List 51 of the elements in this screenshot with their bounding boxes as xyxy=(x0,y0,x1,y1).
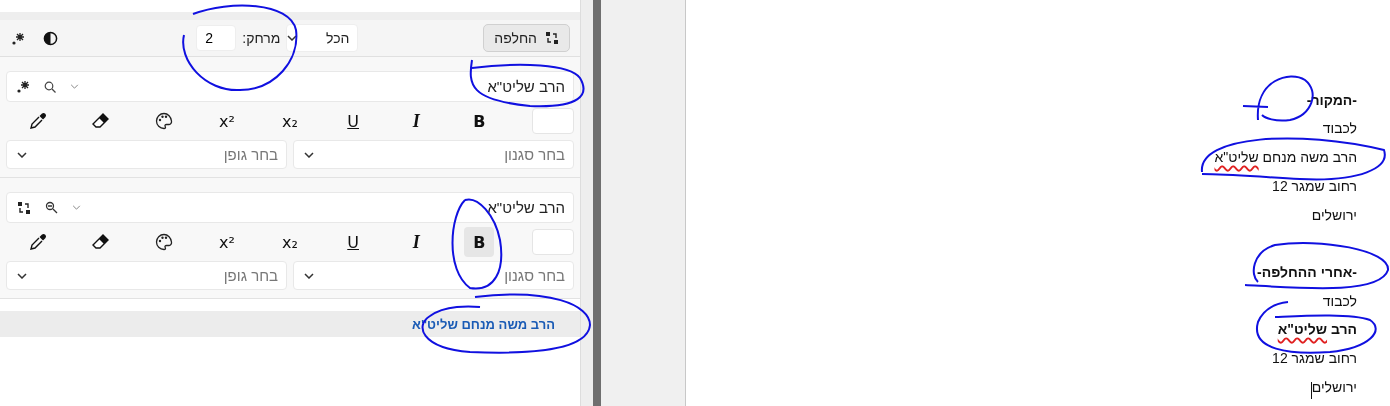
document-line: לכבוד xyxy=(1322,294,1357,311)
sparkle-icon[interactable] xyxy=(12,31,25,45)
distance-label: מרחק: xyxy=(242,30,281,46)
search-field[interactable]: הרב שליט"א xyxy=(6,71,574,102)
search-replace-icon[interactable] xyxy=(45,201,58,214)
superscript-button[interactable]: x² xyxy=(211,106,242,136)
italic-button[interactable]: I xyxy=(401,227,432,257)
palette-icon[interactable] xyxy=(154,112,173,130)
document-line: רחוב שמגר 12 xyxy=(1272,352,1357,368)
color-swatch[interactable] xyxy=(532,108,574,134)
sparkle-icon[interactable] xyxy=(17,80,30,93)
palette-icon[interactable] xyxy=(154,233,173,251)
bold-button[interactable]: B xyxy=(464,106,495,136)
scope-select[interactable]: הכל xyxy=(286,24,359,52)
caret-icon xyxy=(304,272,314,279)
document-line: רחוב שמגר 12 xyxy=(1272,180,1357,196)
document-line: הרב משה מנחם שליט"א xyxy=(1214,151,1357,168)
document-line: ירושלים xyxy=(1311,208,1357,225)
eraser-icon[interactable] xyxy=(91,112,110,130)
caret-icon xyxy=(287,35,298,41)
subscript-button[interactable]: x₂ xyxy=(275,227,305,257)
superscript-button[interactable]: x² xyxy=(211,227,242,257)
contrast-icon[interactable] xyxy=(43,30,58,46)
font-select[interactable]: בחר גופן xyxy=(6,140,287,169)
eraser-icon[interactable] xyxy=(91,233,110,251)
caret-icon xyxy=(17,272,27,279)
document-line: ירושלים xyxy=(1311,380,1357,397)
caret-icon xyxy=(17,151,27,158)
document-line: הרב שליט"א xyxy=(1277,323,1357,340)
italic-button[interactable]: I xyxy=(401,106,432,136)
caret-icon xyxy=(70,84,79,89)
underline-button[interactable]: U xyxy=(338,227,369,257)
replace-icon xyxy=(17,200,31,215)
underline-button[interactable]: U xyxy=(338,106,369,136)
bold-button[interactable]: B xyxy=(464,227,495,257)
eyedropper-icon[interactable] xyxy=(28,112,47,130)
caret-icon xyxy=(72,205,81,210)
font-select[interactable]: בחר גופן xyxy=(6,261,287,290)
document-line: לכבוד xyxy=(1322,122,1357,139)
caret-icon xyxy=(304,151,314,158)
replace-button[interactable]: החלפה xyxy=(483,24,570,52)
style-select[interactable]: בחר סגנון xyxy=(293,261,574,290)
document-line: -אחרי ההחלפה- xyxy=(1257,266,1357,282)
distance-field[interactable]: 2 xyxy=(196,25,237,51)
replace-icon xyxy=(545,31,559,45)
eyedropper-icon[interactable] xyxy=(28,233,47,251)
subscript-button[interactable]: x₂ xyxy=(275,106,305,136)
style-select[interactable]: בחר סגנון xyxy=(293,140,574,169)
color-swatch[interactable] xyxy=(532,229,574,255)
search-field[interactable]: הרב שליט"א xyxy=(6,192,574,223)
search-icon[interactable] xyxy=(44,80,56,93)
